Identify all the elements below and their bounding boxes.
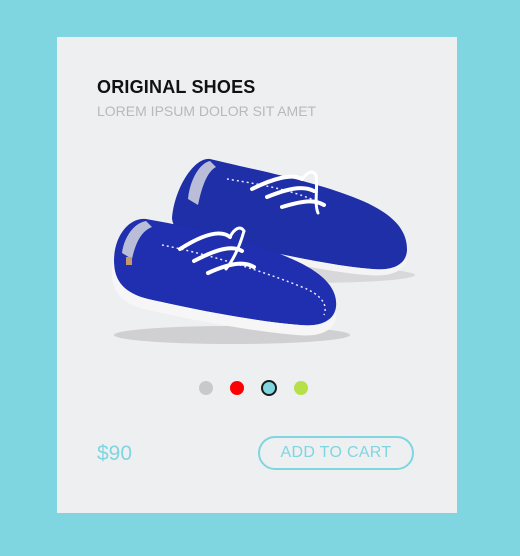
color-swatch-red[interactable] (230, 381, 244, 395)
blue-boat-shoes-image (111, 158, 415, 344)
product-price: $90 (97, 442, 133, 465)
product-subtitle: LOREM IPSUM DOLOR SIT AMET (97, 103, 317, 119)
color-selector (199, 380, 308, 396)
product-image (102, 149, 417, 349)
add-to-cart-button[interactable]: ADD TO CART (258, 436, 414, 470)
product-title: ORIGINAL SHOES (97, 77, 256, 97)
color-swatch-green[interactable] (294, 381, 308, 395)
product-card: ORIGINAL SHOES LOREM IPSUM DOLOR SIT AME… (57, 37, 457, 513)
color-swatch-teal[interactable] (261, 380, 277, 396)
color-swatch-gray[interactable] (199, 381, 213, 395)
